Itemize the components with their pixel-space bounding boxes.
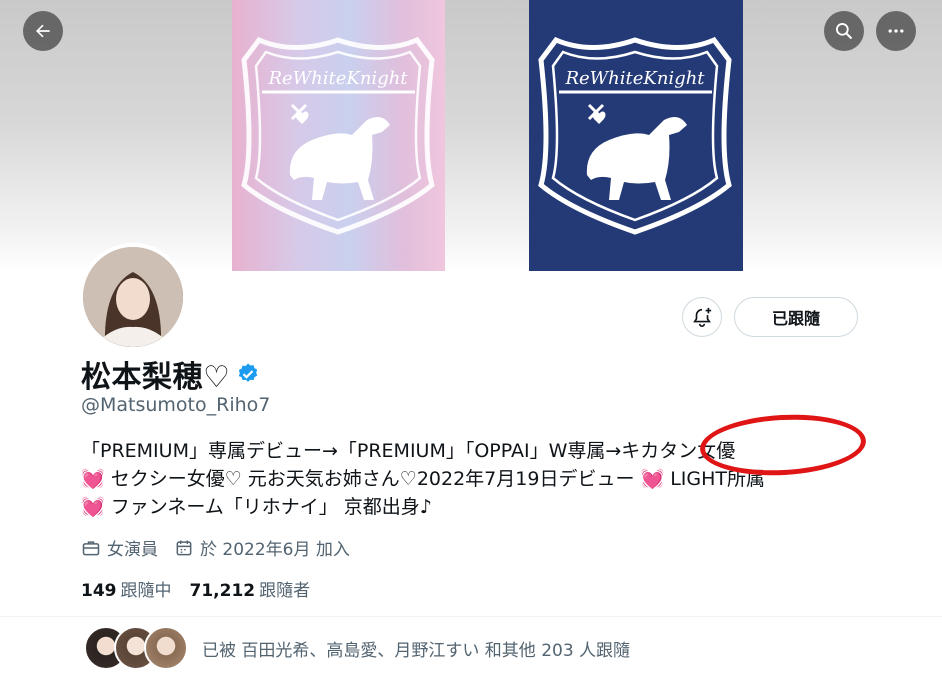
following-button[interactable]: 已跟隨	[734, 297, 858, 337]
briefcase-icon	[82, 540, 100, 555]
svg-text:ReWhiteKnight: ReWhiteKnight	[267, 68, 408, 89]
profile-stats: 149 跟隨中 71,212 跟隨者	[81, 576, 328, 601]
heart-emoji: 💓	[81, 468, 105, 490]
arrow-left-icon	[36, 24, 50, 38]
more-button[interactable]	[876, 11, 916, 51]
followers-label: 跟隨者	[259, 581, 311, 601]
profile-meta: 女演員 於 2022年6月 加入	[81, 535, 366, 560]
bio-line-3-text: ファンネーム「リホナイ」 京都出身♪	[110, 496, 432, 518]
back-button[interactable]	[23, 11, 63, 51]
notification-button[interactable]	[682, 297, 722, 337]
profile-name-row: 松本梨穂♡	[81, 352, 260, 396]
follower-avatar	[144, 626, 188, 670]
followed-by-text: 已被 百田光希、高島愛、月野江すい 和其他 203 人跟隨	[202, 640, 631, 661]
banner-art-right: ReWhiteKnight	[529, 0, 743, 271]
profile-banner[interactable]: ReWhiteKnight ReWhiteKnight	[0, 0, 942, 272]
search-button[interactable]	[824, 11, 864, 51]
following-link[interactable]: 149 跟隨中	[81, 576, 172, 601]
more-horizontal-icon	[888, 29, 904, 33]
bio-line-2-text: セクシー女優♡ 元お天気お姉さん♡2022年7月19日デビュー	[110, 468, 635, 490]
following-label: 跟隨中	[120, 581, 172, 601]
divider	[0, 616, 942, 617]
svg-text:ReWhiteKnight: ReWhiteKnight	[564, 68, 705, 89]
banner-art-left: ReWhiteKnight	[232, 0, 445, 271]
notification-bell-plus-icon	[693, 307, 712, 327]
bio-line-3: 💓 ファンネーム「リホナイ」 京都出身♪	[81, 493, 871, 521]
avatar[interactable]	[79, 243, 187, 351]
heart-emoji: 💓	[81, 496, 105, 518]
followed-by-row[interactable]: 已被 百田光希、高島愛、月野江すい 和其他 203 人跟隨	[84, 626, 630, 670]
profile-category: 女演員	[81, 535, 158, 560]
search-icon	[836, 23, 853, 40]
verified-badge-icon[interactable]	[236, 362, 260, 386]
profile-joined: 於 2022年6月 加入	[174, 535, 350, 560]
display-name: 松本梨穂♡	[81, 360, 231, 395]
heart-emoji: 💓	[640, 468, 665, 490]
followers-link[interactable]: 71,212 跟隨者	[190, 576, 311, 601]
calendar-icon	[176, 540, 192, 555]
followers-count: 71,212	[189, 581, 256, 601]
profile-handle: @Matsumoto_Riho7	[81, 394, 271, 416]
following-count: 149	[81, 581, 117, 601]
joined-text: 於 2022年6月 加入	[200, 540, 350, 560]
category-text: 女演員	[107, 540, 158, 560]
